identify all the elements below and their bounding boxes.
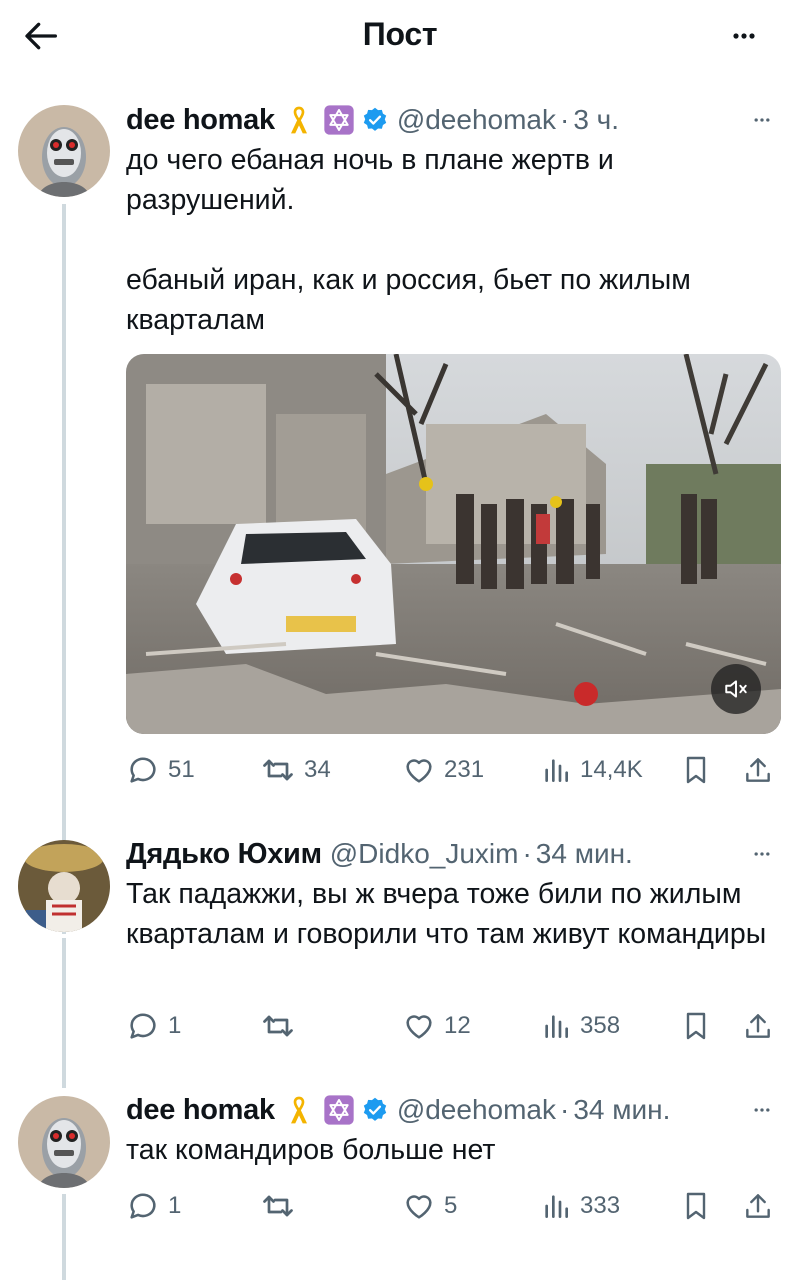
share-icon (746, 1014, 770, 1038)
page-title: Пост (362, 16, 438, 52)
reply-button[interactable]: 1 (126, 1006, 181, 1046)
retweet-icon (263, 759, 293, 781)
yellow-ribbon-icon (283, 1094, 315, 1126)
tweet-actions: 1 5 333 (126, 1186, 780, 1226)
retweet-count: 34 (304, 756, 331, 783)
author-name[interactable]: Дядько Юхим (126, 838, 322, 871)
bookmark-button[interactable] (680, 1006, 712, 1046)
tweet-paragraph: Так падажжи, вы ж вчера тоже били по жил… (126, 878, 767, 950)
more-horizontal-icon[interactable] (724, 18, 764, 54)
thread-line (62, 1194, 66, 1280)
views-icon (545, 1195, 569, 1218)
reply-button[interactable]: 51 (126, 750, 195, 790)
star-of-david-icon (323, 1094, 355, 1126)
views-button[interactable]: 333 (540, 1186, 620, 1226)
like-count: 12 (444, 1012, 471, 1039)
views-count: 333 (580, 1192, 621, 1219)
author-handle[interactable]: @deehomak (397, 104, 556, 136)
tweet-text: так командиров больше нет (126, 1130, 780, 1170)
reply-button[interactable]: 1 (126, 1186, 181, 1226)
heart-icon (406, 759, 432, 783)
tweet-text: до чего ебаная ночь в плане жертв и разр… (126, 140, 780, 340)
tweet-paragraph: до чего ебаная ночь в плане жертв и разр… (126, 144, 614, 216)
timestamp[interactable]: 34 мин. (573, 1094, 670, 1126)
views-icon (545, 1015, 569, 1038)
retweet-button[interactable] (260, 1186, 296, 1226)
views-button[interactable]: 358 (540, 1006, 620, 1046)
thread-line (62, 938, 66, 1088)
views-count: 358 (580, 1012, 621, 1039)
star-of-david-icon (323, 104, 355, 136)
retweet-icon (263, 1015, 293, 1037)
retweet-button[interactable]: 34 (260, 750, 331, 790)
tweet-paragraph: так командиров больше нет (126, 1134, 496, 1166)
reply-icon (130, 1193, 156, 1219)
tweet-text: Так падажжи, вы ж вчера тоже били по жил… (126, 874, 780, 954)
reply-count: 1 (168, 1012, 182, 1039)
tweet-actions: 1 12 358 (126, 1006, 780, 1046)
tweet-paragraph: ебаный иран, как и россия, бьет по жилым… (126, 264, 691, 336)
top-bar: Пост (0, 0, 800, 72)
timestamp[interactable]: 34 мин. (536, 838, 633, 870)
views-count: 14,4K (580, 756, 643, 783)
retweet-button[interactable] (260, 1006, 296, 1046)
avatar[interactable] (18, 840, 110, 932)
share-icon (746, 1194, 770, 1218)
author-handle[interactable]: @Didko_Juxim (330, 838, 519, 870)
bookmark-icon (686, 1192, 706, 1220)
thread-line (62, 204, 66, 934)
separator-dot: · (560, 104, 570, 135)
separator-dot: · (560, 1094, 570, 1125)
heart-icon (406, 1195, 432, 1219)
bookmark-button[interactable] (680, 1186, 712, 1226)
reply-count: 51 (168, 756, 195, 783)
like-button[interactable]: 5 (402, 1186, 457, 1226)
like-button[interactable]: 231 (402, 750, 484, 790)
reply-icon (130, 1013, 156, 1039)
mute-icon[interactable] (711, 664, 761, 714)
like-button[interactable]: 12 (402, 1006, 471, 1046)
author-name[interactable]: dee homak (126, 1094, 275, 1127)
bookmark-button[interactable] (680, 750, 712, 790)
share-icon (746, 758, 770, 782)
share-button[interactable] (742, 1186, 774, 1226)
avatar[interactable] (18, 1096, 110, 1188)
like-count: 231 (444, 756, 485, 783)
reply-icon (130, 757, 156, 783)
reply-count: 1 (168, 1192, 182, 1219)
author-handle[interactable]: @deehomak (397, 1094, 556, 1126)
bookmark-icon (686, 1012, 706, 1040)
more-options-icon[interactable] (744, 844, 780, 864)
separator-dot: · (522, 838, 532, 869)
yellow-ribbon-icon (283, 104, 315, 136)
avatar[interactable] (18, 105, 110, 197)
tweet-actions: 51 34 231 14,4K (126, 750, 780, 790)
author-name[interactable]: dee homak (126, 104, 275, 137)
verified-icon (361, 106, 389, 134)
views-icon (545, 759, 569, 783)
verified-icon (361, 1096, 389, 1124)
heart-icon (406, 1015, 432, 1039)
retweet-icon (263, 1195, 293, 1217)
views-button[interactable]: 14,4K (540, 750, 643, 790)
timestamp[interactable]: 3 ч. (573, 104, 619, 136)
like-count: 5 (444, 1192, 458, 1219)
share-button[interactable] (742, 750, 774, 790)
video-thumbnail[interactable] (126, 354, 781, 734)
more-options-icon[interactable] (744, 1100, 780, 1120)
more-options-icon[interactable] (744, 110, 780, 130)
share-button[interactable] (742, 1006, 774, 1046)
bookmark-icon (686, 756, 706, 784)
